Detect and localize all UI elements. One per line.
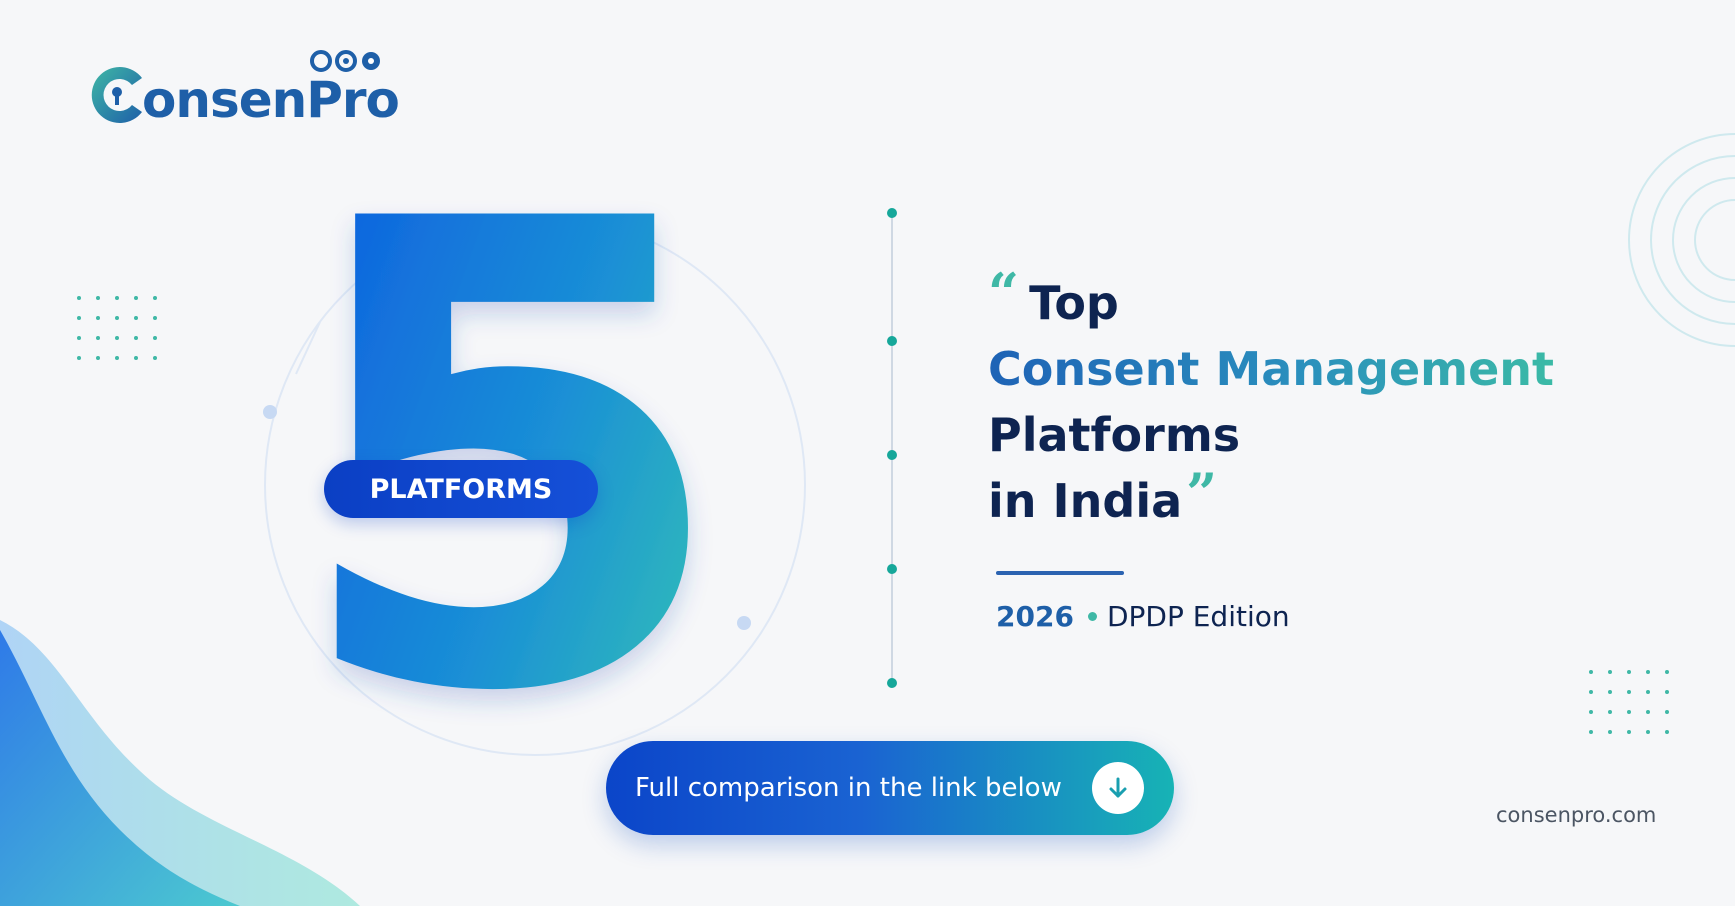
platforms-badge: PLATFORMS [324,460,598,518]
edition-label: DPDP Edition [1106,600,1290,633]
dot-grid-right [1589,670,1669,734]
headline-divider [996,571,1124,575]
headline: “Top Consent Management Platforms in Ind… [988,261,1628,534]
headline-line-2: Consent Management [988,336,1628,402]
headline-top: Top [1029,276,1119,330]
comparison-link-button[interactable]: Full comparison in the link below [606,741,1174,835]
cta-label: Full comparison in the link below [635,773,1062,803]
edition-line: 2026 DPDP Edition [996,600,1290,633]
logo-dots-icon [310,50,380,72]
edition-separator-dot [1087,612,1097,621]
close-quote-icon: ” [1186,461,1218,525]
dot-grid-left [77,296,157,360]
headline-india: in India [988,474,1183,528]
headline-platforms: Platforms [988,408,1241,462]
headline-accent: Consent Management [988,342,1555,396]
headline-line-4: in India” [988,461,1628,534]
banner: onsenPro 5 PLATFORMS [0,0,1735,906]
open-quote-icon: “ [988,261,1020,325]
arrow-down-icon[interactable] [1092,762,1144,814]
consenpro-logo[interactable]: onsenPro [84,48,414,138]
logo-wordmark: onsenPro [142,71,400,129]
headline-line-3: Platforms [988,402,1628,468]
website-url[interactable]: consenpro.com [1496,803,1656,827]
edition-year: 2026 [996,600,1074,633]
timeline-decoration [887,208,897,688]
platforms-badge-label: PLATFORMS [369,473,553,505]
keyhole-c-logo-icon [91,67,142,123]
headline-line-1: “Top [988,261,1628,336]
